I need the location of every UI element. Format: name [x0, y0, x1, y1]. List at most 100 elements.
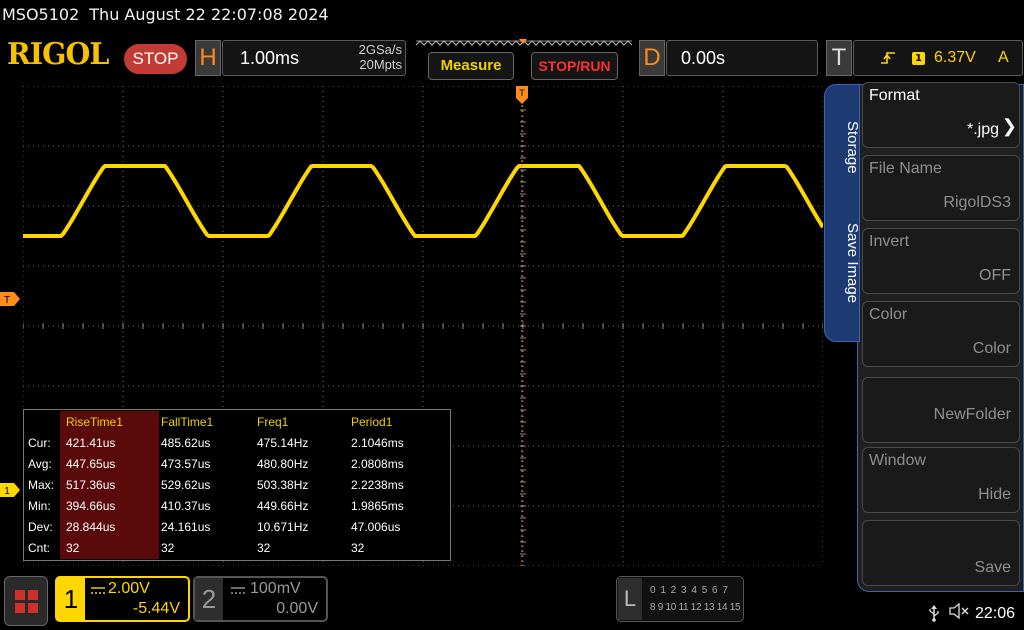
usb-icon: [929, 605, 939, 622]
clock: 22:06: [975, 605, 1016, 622]
dc-coupling-icon: [91, 587, 105, 594]
tab-storage[interactable]: Storage: [825, 117, 861, 177]
ch1-scale: 2.00V: [108, 580, 150, 597]
column-header[interactable]: FallTime1: [161, 415, 213, 429]
table-cell: 32: [351, 541, 365, 555]
stop-run-button[interactable]: STOP/RUN: [531, 52, 618, 80]
ch2-scale: 100mV: [250, 580, 301, 597]
memory-timeline: [415, 39, 633, 46]
table-cell: 503.38Hz: [257, 478, 309, 492]
menu-item-file-name[interactable]: File Name RigolDS3: [862, 155, 1020, 221]
menu-item-value: RigolDS3: [943, 194, 1011, 211]
trigger-level-marker[interactable]: T: [0, 292, 20, 306]
table-header-row: RiseTime1 FallTime1 Freq1 Period1: [24, 412, 450, 433]
table-cell: 32: [257, 541, 271, 555]
menu-item-value: Color: [972, 340, 1011, 357]
measure-button[interactable]: Measure: [428, 52, 514, 80]
trigger-source-badge: 1: [912, 52, 925, 65]
row-label: Dev:: [28, 520, 53, 534]
menu-item-value: OFF: [979, 267, 1011, 284]
rising-edge-icon: [881, 52, 895, 64]
table-cell: 421.41us: [66, 436, 116, 450]
table-cell: 24.161us: [161, 520, 211, 534]
menu-item-save[interactable]: Save: [862, 520, 1020, 586]
delay-value: 0.00s: [681, 48, 726, 68]
dc-coupling-icon: [231, 587, 245, 594]
table-cell: 2.1046ms: [351, 436, 404, 450]
table-cell: 485.62us: [161, 436, 211, 450]
table-cell: 32: [161, 541, 175, 555]
ch1-label[interactable]: 1: [57, 578, 85, 620]
menu-item-window[interactable]: Window Hide: [862, 447, 1020, 513]
menu-item-label: Format: [869, 87, 920, 104]
tab-save-image[interactable]: Save Image: [825, 217, 861, 309]
table-cell: 473.57us: [161, 457, 211, 471]
delay-label[interactable]: D: [639, 40, 665, 76]
menu-item-label: File Name: [869, 160, 942, 177]
ch2-label[interactable]: 2: [195, 578, 223, 620]
trigger-label[interactable]: T: [826, 40, 852, 76]
home-button[interactable]: [4, 576, 48, 626]
table-cell: 517.36us: [66, 478, 116, 492]
table-cell: 449.66Hz: [257, 499, 309, 513]
menu-item-format[interactable]: Format *.jpg ❯: [862, 82, 1020, 148]
menu-item-value: *.jpg: [966, 121, 999, 138]
ch1-ground-marker[interactable]: 1: [0, 483, 20, 497]
trigger-mode: A: [998, 49, 1009, 66]
table-row: Dev: 28.844us 24.161us 10.671Hz 47.006us: [24, 517, 450, 538]
menu-item-label: Invert: [869, 233, 910, 250]
trigger-position-marker-label: T: [519, 88, 525, 98]
ch1-offset: -5.44V: [132, 600, 180, 617]
table-row: Min: 394.66us 410.37us 449.66Hz 1.9865ms: [24, 496, 450, 517]
row-label: Cnt:: [28, 541, 51, 555]
datetime: Thu August 22 22:07:08 2024: [89, 5, 329, 24]
grid-menu-icon: [15, 590, 38, 613]
column-header[interactable]: Period1: [351, 415, 392, 429]
logic-channels-row-1: 0 1 2 3 4 5 6 7: [650, 585, 729, 596]
memory-depth: 20Mpts: [359, 57, 402, 72]
row-label: Min:: [28, 499, 51, 513]
menu-item-value: Hide: [978, 486, 1011, 503]
table-cell: 529.62us: [161, 478, 211, 492]
column-header[interactable]: Freq1: [257, 415, 288, 429]
table-cell: 447.65us: [66, 457, 116, 471]
column-header[interactable]: RiseTime1: [66, 415, 123, 429]
table-cell: 394.66us: [66, 499, 116, 513]
sound-muted-icon[interactable]: [948, 602, 970, 620]
table-cell: 2.2238ms: [351, 478, 404, 492]
logic-analyzer-label[interactable]: L: [618, 578, 642, 620]
table-cell: 1.9865ms: [351, 499, 404, 513]
horizontal-label[interactable]: H: [195, 40, 221, 76]
menu-item-value: NewFolder: [933, 406, 1011, 423]
table-row: Max: 517.36us 529.62us 503.38Hz 2.2238ms: [24, 475, 450, 496]
table-cell: 32: [66, 541, 80, 555]
table-row: Cnt: 32 32 32 32: [24, 538, 450, 559]
table-cell: 10.671Hz: [257, 520, 309, 534]
table-cell: 47.006us: [351, 520, 401, 534]
menu-item-value: Save: [974, 559, 1011, 576]
menu-item-invert[interactable]: Invert OFF: [862, 228, 1020, 294]
menu-item-label: Window: [869, 452, 926, 469]
sample-rate: 2GSa/s: [358, 42, 402, 57]
table-cell: 410.37us: [161, 499, 211, 513]
row-label: Avg:: [28, 457, 52, 471]
model-name: MSO5102: [2, 5, 80, 24]
trigger-level: 6.37V: [934, 49, 976, 66]
menu-item-new-folder[interactable]: NewFolder: [862, 377, 1020, 443]
ch1-ground-marker-label: 1: [4, 486, 10, 497]
table-row: Avg: 447.65us 473.57us 480.80Hz 2.0808ms: [24, 454, 450, 475]
measurement-table: RiseTime1 FallTime1 Freq1 Period1 Cur: 4…: [23, 409, 451, 561]
logic-channels-row-2: 8 9 10 11 12 13 14 15: [650, 602, 741, 613]
table-cell: 480.80Hz: [257, 457, 309, 471]
run-state-badge[interactable]: STOP: [124, 44, 187, 74]
side-menu-tabs: Storage Save Image: [824, 84, 861, 342]
chevron-right-icon: ❯: [1001, 116, 1017, 136]
menu-item-color[interactable]: Color Color: [862, 301, 1020, 367]
ch2-offset: 0.00V: [276, 600, 318, 617]
table-cell: 2.0808ms: [351, 457, 404, 471]
row-label: Max:: [28, 478, 55, 492]
row-label: Cur:: [28, 436, 51, 450]
menu-item-label: Color: [869, 306, 908, 323]
title-line: MSO5102 Thu August 22 22:07:08 2024: [2, 5, 329, 24]
timebase-value: 1.00ms: [240, 48, 300, 68]
